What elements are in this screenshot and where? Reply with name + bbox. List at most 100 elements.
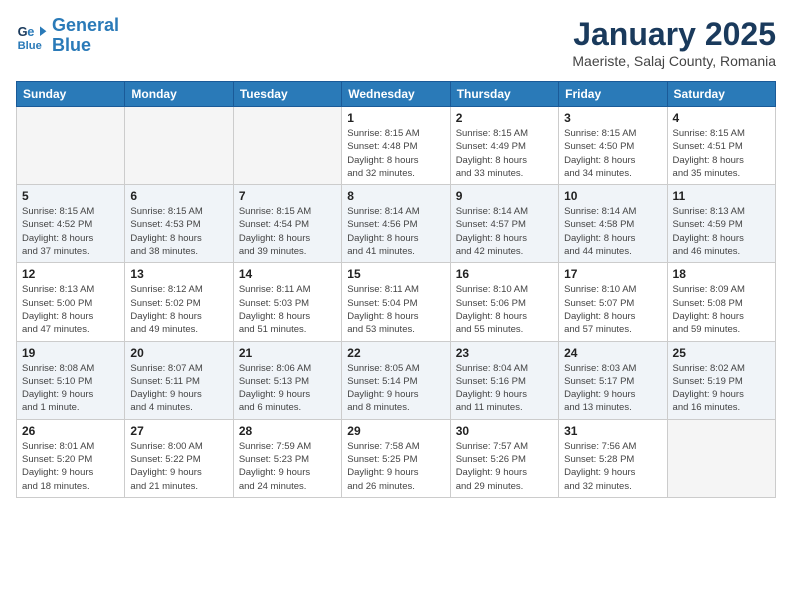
day-number: 23 [456, 346, 553, 360]
calendar-cell: 11 Sunrise: 8:13 AM Sunset: 4:59 PM Dayli… [667, 185, 775, 263]
logo: G e Blue GeneralBlue [16, 16, 119, 56]
calendar-cell: 21 Sunrise: 8:06 AM Sunset: 5:13 PM Dayli… [233, 341, 341, 419]
calendar-cell: 15 Sunrise: 8:11 AM Sunset: 5:04 PM Dayli… [342, 263, 450, 341]
day-number: 8 [347, 189, 444, 203]
day-info: Sunrise: 8:15 AM Sunset: 4:54 PM Dayligh… [239, 205, 336, 258]
calendar-cell [17, 107, 125, 185]
calendar-cell: 31Sunrise: 7:56 AM Sunset: 5:28 PM Dayli… [559, 419, 667, 497]
day-number: 5 [22, 189, 119, 203]
day-info: Sunrise: 8:11 AM Sunset: 5:03 PM Dayligh… [239, 283, 336, 336]
logo-name: GeneralBlue [52, 16, 119, 56]
day-info: Sunrise: 8:11 AM Sunset: 5:04 PM Dayligh… [347, 283, 444, 336]
day-number: 7 [239, 189, 336, 203]
calendar-cell: 14 Sunrise: 8:11 AM Sunset: 5:03 PM Dayli… [233, 263, 341, 341]
day-number: 14 [239, 267, 336, 281]
location-subtitle: Maeriste, Salaj County, Romania [572, 53, 776, 69]
day-info: Sunrise: 8:06 AM Sunset: 5:13 PM Dayligh… [239, 362, 336, 415]
day-number: 1 [347, 111, 444, 125]
calendar-cell: 7 Sunrise: 8:15 AM Sunset: 4:54 PM Daylig… [233, 185, 341, 263]
calendar-week-row: 19 Sunrise: 8:08 AM Sunset: 5:10 PM Dayli… [17, 341, 776, 419]
day-info: Sunrise: 8:15 AM Sunset: 4:53 PM Dayligh… [130, 205, 227, 258]
weekday-header-friday: Friday [559, 82, 667, 107]
calendar-cell: 8 Sunrise: 8:14 AM Sunset: 4:56 PM Daylig… [342, 185, 450, 263]
calendar-cell: 17 Sunrise: 8:10 AM Sunset: 5:07 PM Dayli… [559, 263, 667, 341]
day-number: 22 [347, 346, 444, 360]
title-block: January 2025 Maeriste, Salaj County, Rom… [572, 16, 776, 69]
day-info: Sunrise: 7:56 AM Sunset: 5:28 PM Dayligh… [564, 440, 661, 493]
day-number: 21 [239, 346, 336, 360]
day-info: Sunrise: 8:10 AM Sunset: 5:07 PM Dayligh… [564, 283, 661, 336]
calendar-cell: 28Sunrise: 7:59 AM Sunset: 5:23 PM Dayli… [233, 419, 341, 497]
calendar-cell: 16Sunrise: 8:10 AM Sunset: 5:06 PM Dayli… [450, 263, 558, 341]
calendar-cell: 27 Sunrise: 8:00 AM Sunset: 5:22 PM Dayli… [125, 419, 233, 497]
page-header: G e Blue GeneralBlue January 2025 Maeris… [16, 16, 776, 69]
day-number: 12 [22, 267, 119, 281]
day-number: 29 [347, 424, 444, 438]
day-number: 30 [456, 424, 553, 438]
weekday-header-monday: Monday [125, 82, 233, 107]
day-info: Sunrise: 8:04 AM Sunset: 5:16 PM Dayligh… [456, 362, 553, 415]
day-number: 17 [564, 267, 661, 281]
day-info: Sunrise: 8:09 AM Sunset: 5:08 PM Dayligh… [673, 283, 770, 336]
day-info: Sunrise: 8:15 AM Sunset: 4:51 PM Dayligh… [673, 127, 770, 180]
day-info: Sunrise: 8:08 AM Sunset: 5:10 PM Dayligh… [22, 362, 119, 415]
day-number: 27 [130, 424, 227, 438]
day-number: 3 [564, 111, 661, 125]
weekday-header-row: SundayMondayTuesdayWednesdayThursdayFrid… [17, 82, 776, 107]
calendar-cell: 13 Sunrise: 8:12 AM Sunset: 5:02 PM Dayli… [125, 263, 233, 341]
day-info: Sunrise: 8:14 AM Sunset: 4:56 PM Dayligh… [347, 205, 444, 258]
calendar-table: SundayMondayTuesdayWednesdayThursdayFrid… [16, 81, 776, 498]
calendar-cell [667, 419, 775, 497]
day-number: 10 [564, 189, 661, 203]
calendar-cell: 2 Sunrise: 8:15 AM Sunset: 4:49 PM Daylig… [450, 107, 558, 185]
svg-text:Blue: Blue [18, 40, 42, 52]
day-number: 6 [130, 189, 227, 203]
day-number: 28 [239, 424, 336, 438]
day-number: 9 [456, 189, 553, 203]
calendar-cell: 23 Sunrise: 8:04 AM Sunset: 5:16 PM Dayli… [450, 341, 558, 419]
calendar-cell: 10 Sunrise: 8:14 AM Sunset: 4:58 PM Dayli… [559, 185, 667, 263]
day-info: Sunrise: 7:57 AM Sunset: 5:26 PM Dayligh… [456, 440, 553, 493]
day-number: 26 [22, 424, 119, 438]
day-info: Sunrise: 8:15 AM Sunset: 4:50 PM Dayligh… [564, 127, 661, 180]
day-number: 25 [673, 346, 770, 360]
day-info: Sunrise: 7:58 AM Sunset: 5:25 PM Dayligh… [347, 440, 444, 493]
calendar-cell: 25 Sunrise: 8:02 AM Sunset: 5:19 PM Dayli… [667, 341, 775, 419]
calendar-cell [125, 107, 233, 185]
calendar-cell [233, 107, 341, 185]
day-number: 24 [564, 346, 661, 360]
day-number: 18 [673, 267, 770, 281]
day-info: Sunrise: 8:14 AM Sunset: 4:58 PM Dayligh… [564, 205, 661, 258]
day-info: Sunrise: 8:15 AM Sunset: 4:49 PM Dayligh… [456, 127, 553, 180]
day-number: 4 [673, 111, 770, 125]
day-info: Sunrise: 8:02 AM Sunset: 5:19 PM Dayligh… [673, 362, 770, 415]
day-number: 19 [22, 346, 119, 360]
day-info: Sunrise: 8:13 AM Sunset: 4:59 PM Dayligh… [673, 205, 770, 258]
weekday-header-sunday: Sunday [17, 82, 125, 107]
day-number: 13 [130, 267, 227, 281]
day-number: 2 [456, 111, 553, 125]
calendar-cell: 1Sunrise: 8:15 AM Sunset: 4:48 PM Daylig… [342, 107, 450, 185]
calendar-cell: 24Sunrise: 8:03 AM Sunset: 5:17 PM Dayli… [559, 341, 667, 419]
weekday-header-saturday: Saturday [667, 82, 775, 107]
calendar-cell: 9Sunrise: 8:14 AM Sunset: 4:57 PM Daylig… [450, 185, 558, 263]
day-info: Sunrise: 8:12 AM Sunset: 5:02 PM Dayligh… [130, 283, 227, 336]
svg-text:e: e [27, 24, 34, 39]
day-number: 11 [673, 189, 770, 203]
day-info: Sunrise: 8:00 AM Sunset: 5:22 PM Dayligh… [130, 440, 227, 493]
svg-text:G: G [18, 24, 28, 39]
weekday-header-thursday: Thursday [450, 82, 558, 107]
calendar-cell: 22 Sunrise: 8:05 AM Sunset: 5:14 PM Dayli… [342, 341, 450, 419]
calendar-week-row: 5 Sunrise: 8:15 AM Sunset: 4:52 PM Daylig… [17, 185, 776, 263]
calendar-cell: 29 Sunrise: 7:58 AM Sunset: 5:25 PM Dayli… [342, 419, 450, 497]
day-number: 15 [347, 267, 444, 281]
calendar-cell: 4 Sunrise: 8:15 AM Sunset: 4:51 PM Daylig… [667, 107, 775, 185]
calendar-cell: 19 Sunrise: 8:08 AM Sunset: 5:10 PM Dayli… [17, 341, 125, 419]
calendar-cell: 12Sunrise: 8:13 AM Sunset: 5:00 PM Dayli… [17, 263, 125, 341]
day-info: Sunrise: 8:01 AM Sunset: 5:20 PM Dayligh… [22, 440, 119, 493]
day-info: Sunrise: 8:05 AM Sunset: 5:14 PM Dayligh… [347, 362, 444, 415]
calendar-cell: 20Sunrise: 8:07 AM Sunset: 5:11 PM Dayli… [125, 341, 233, 419]
calendar-week-row: 1Sunrise: 8:15 AM Sunset: 4:48 PM Daylig… [17, 107, 776, 185]
weekday-header-wednesday: Wednesday [342, 82, 450, 107]
day-info: Sunrise: 8:15 AM Sunset: 4:52 PM Dayligh… [22, 205, 119, 258]
